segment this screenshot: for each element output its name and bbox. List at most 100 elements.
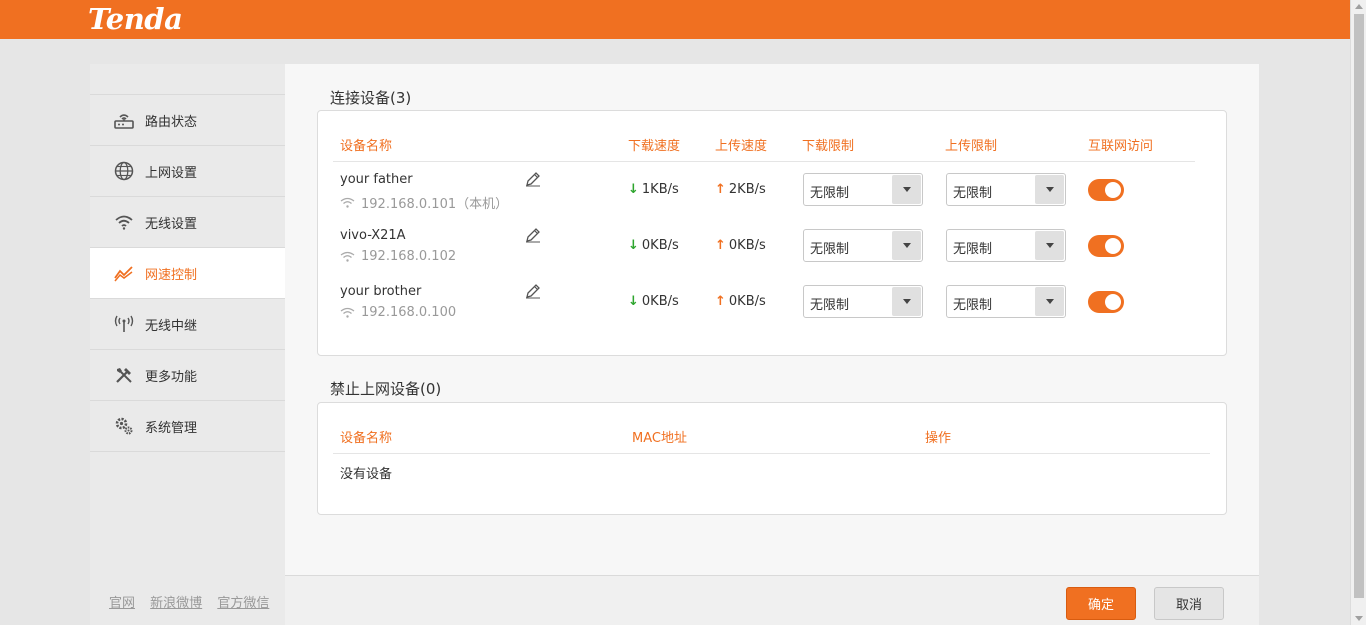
gear-icon (113, 416, 135, 436)
download-limit-select[interactable]: 无限制 (803, 173, 923, 206)
download-speed: ↓ 1KB/s (628, 182, 679, 197)
upload-speed-value: 0KB/s (728, 294, 766, 309)
antenna-icon (113, 314, 135, 334)
upload-arrow-icon: ↑ (715, 238, 726, 253)
globe-icon (113, 161, 135, 181)
upload-speed-value: 2KB/s (728, 182, 766, 197)
weibo-link[interactable]: 新浪微博 (150, 596, 202, 611)
sidebar-item-label: 无线中继 (145, 318, 198, 334)
chevron-down-icon[interactable] (1035, 231, 1064, 260)
scrollbar-thumb[interactable] (1354, 14, 1364, 598)
official-site-link[interactable]: 官网 (109, 596, 135, 611)
chevron-down-icon[interactable] (892, 175, 921, 204)
download-speed: ↓ 0KB/s (628, 238, 679, 253)
device-ip-text: 192.168.0.100 (361, 305, 457, 320)
device-ip: 192.168.0.100 (340, 305, 456, 320)
download-arrow-icon: ↓ (628, 294, 639, 309)
top-bar: Tenda (0, 0, 1350, 39)
header-download-limit: 下载限制 (802, 139, 855, 154)
router-icon (113, 110, 135, 130)
footer-bar: 确定 取消 (285, 575, 1259, 625)
header-device-name: 设备名称 (340, 139, 393, 154)
download-arrow-icon: ↓ (628, 182, 639, 197)
sidebar-links: 官网 新浪微博 官方微信 (109, 592, 280, 611)
select-value: 无限制 (953, 186, 993, 201)
download-speed-value: 0KB/s (641, 238, 679, 253)
upload-speed: ↑ 0KB/s (715, 238, 766, 253)
sidebar-item-system-management[interactable]: 系统管理 (90, 400, 285, 451)
edit-name-icon[interactable] (525, 283, 541, 299)
chevron-down-icon[interactable] (892, 287, 921, 316)
header-mac-address: MAC地址 (632, 431, 687, 446)
device-ip: 192.168.0.101（本机） (340, 193, 508, 212)
header-divider (333, 453, 1210, 454)
download-limit-select[interactable]: 无限制 (803, 285, 923, 318)
sidebar-item-label: 路由状态 (145, 114, 198, 130)
download-speed-value: 0KB/s (641, 294, 679, 309)
confirm-button[interactable]: 确定 (1066, 587, 1136, 620)
sidebar-item-router-status[interactable]: 路由状态 (90, 94, 285, 145)
scroll-up-icon[interactable] (1355, 4, 1363, 9)
sidebar-item-wireless-repeater[interactable]: 无线中继 (90, 298, 285, 349)
connected-devices-title: 连接设备(3) (330, 89, 412, 107)
download-arrow-icon: ↓ (628, 238, 639, 253)
select-value: 无限制 (953, 242, 993, 257)
page-scrollbar[interactable] (1350, 0, 1366, 625)
chevron-down-icon[interactable] (892, 231, 921, 260)
chevron-down-icon[interactable] (1035, 287, 1064, 316)
header-device-name: 设备名称 (340, 431, 393, 446)
sidebar-item-label: 更多功能 (145, 369, 198, 385)
header-divider (333, 161, 1195, 162)
device-name: your brother (340, 284, 422, 299)
connected-devices-panel: 设备名称 下载速度 上传速度 下载限制 上传限制 互联网访问 your fath… (317, 110, 1227, 356)
wifi-icon (340, 197, 355, 208)
wechat-link[interactable]: 官方微信 (217, 596, 269, 611)
sidebar-item-label: 系统管理 (145, 420, 198, 436)
upload-arrow-icon: ↑ (715, 182, 726, 197)
device-ip-text: 192.168.0.102 (361, 249, 457, 264)
tenda-logo: Tenda (88, 2, 183, 36)
sidebar-item-wireless-settings[interactable]: 无线设置 (90, 196, 285, 247)
sidebar-item-internet-settings[interactable]: 上网设置 (90, 145, 285, 196)
sidebar-item-label: 网速控制 (145, 267, 198, 283)
select-value: 无限制 (810, 186, 850, 201)
sidebar: 路由状态 上网设置 无线设置 网速控制 无线中继 更多功能 系统管理 官网 新浪… (90, 64, 285, 625)
chevron-down-icon[interactable] (1035, 175, 1064, 204)
header-upload-limit: 上传限制 (945, 139, 998, 154)
device-ip: 192.168.0.102 (340, 249, 456, 264)
select-value: 无限制 (810, 242, 850, 257)
wifi-icon (113, 212, 135, 232)
wifi-icon (340, 251, 355, 262)
empty-state-text: 没有设备 (340, 467, 393, 482)
upload-speed-value: 0KB/s (728, 238, 766, 253)
scroll-down-icon[interactable] (1355, 616, 1363, 621)
upload-limit-select[interactable]: 无限制 (946, 229, 1066, 262)
internet-access-toggle[interactable] (1088, 179, 1124, 201)
upload-speed: ↑ 2KB/s (715, 182, 766, 197)
download-speed: ↓ 0KB/s (628, 294, 679, 309)
device-name: your father (340, 172, 413, 187)
edit-name-icon[interactable] (525, 227, 541, 243)
sidebar-item-label: 上网设置 (145, 165, 198, 181)
upload-speed: ↑ 0KB/s (715, 294, 766, 309)
upload-limit-select[interactable]: 无限制 (946, 285, 1066, 318)
device-name: vivo-X21A (340, 228, 406, 243)
select-value: 无限制 (810, 298, 850, 313)
header-action: 操作 (925, 431, 952, 446)
upload-limit-select[interactable]: 无限制 (946, 173, 1066, 206)
trend-icon (113, 263, 135, 283)
download-limit-select[interactable]: 无限制 (803, 229, 923, 262)
internet-access-toggle[interactable] (1088, 291, 1124, 313)
cancel-button[interactable]: 取消 (1154, 587, 1224, 620)
main-content: 连接设备(3) 设备名称 下载速度 上传速度 下载限制 上传限制 互联网访问 y… (285, 64, 1259, 625)
sidebar-item-label: 无线设置 (145, 216, 198, 232)
wifi-icon (340, 307, 355, 318)
sidebar-item-more-features[interactable]: 更多功能 (90, 349, 285, 400)
download-speed-value: 1KB/s (641, 182, 679, 197)
header-internet-access: 互联网访问 (1088, 139, 1154, 154)
internet-access-toggle[interactable] (1088, 235, 1124, 257)
sidebar-item-speed-control[interactable]: 网速控制 (90, 247, 285, 298)
blocked-devices-panel: 设备名称 MAC地址 操作 没有设备 (317, 402, 1227, 515)
edit-name-icon[interactable] (525, 171, 541, 187)
sidebar-divider (90, 451, 285, 452)
